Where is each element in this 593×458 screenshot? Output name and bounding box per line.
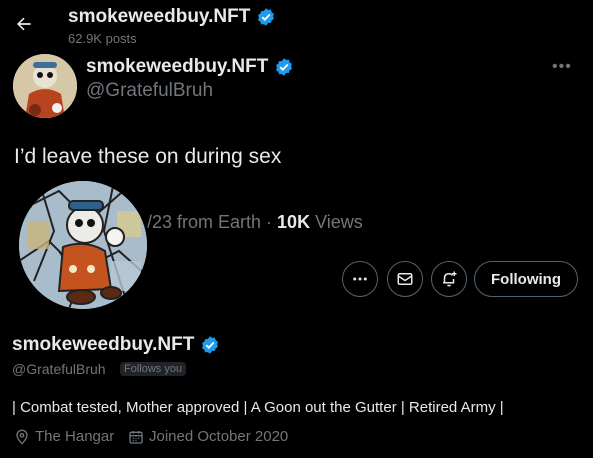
tweet-date-location: /23 from Earth ·: [147, 212, 278, 232]
message-button[interactable]: [387, 261, 423, 297]
header-title: smokeweedbuy.NFT: [68, 6, 276, 28]
profile-avatar-illustration: [19, 181, 147, 309]
tweet-text: I’d leave these on during sex: [14, 145, 282, 168]
tweet-author-avatar[interactable]: [13, 54, 77, 118]
more-actions-button[interactable]: [342, 261, 378, 297]
notifications-button[interactable]: [431, 261, 467, 297]
profile-joined: Joined October 2020: [128, 428, 288, 445]
profile-handle[interactable]: @GratefulBruh: [12, 361, 106, 377]
bell-plus-icon: [443, 271, 457, 287]
tweet-author-handle[interactable]: @GratefulBruh: [86, 80, 213, 102]
more-icon: [353, 277, 367, 281]
profile-name-text: smokeweedbuy.NFT: [12, 334, 195, 355]
profile-joined-text: Joined October 2020: [149, 428, 289, 445]
verified-badge-icon: [275, 58, 292, 76]
verified-badge-icon: [201, 336, 218, 354]
profile-bio: | Combat tested, Mother approved | A Goo…: [12, 399, 504, 416]
following-button[interactable]: Following: [474, 261, 578, 297]
calendar-icon: [129, 430, 143, 444]
verified-badge-icon: [257, 8, 274, 26]
header-post-count: 62.9K posts: [68, 31, 137, 46]
tweet-author-name-text: smokeweedbuy.NFT: [86, 56, 269, 77]
profile-name[interactable]: smokeweedbuy.NFT: [12, 334, 220, 356]
back-arrow-icon[interactable]: [14, 14, 34, 34]
more-options-icon[interactable]: •••: [552, 58, 572, 76]
header-name: smokeweedbuy.NFT: [68, 6, 251, 27]
avatar-illustration: [13, 54, 77, 118]
profile-location: The Hangar: [14, 428, 114, 445]
follows-you-badge: Follows you: [120, 362, 187, 376]
tweet-views-label: Views: [310, 212, 363, 232]
tweet-views-count: 10K: [277, 212, 311, 232]
profile-location-text: The Hangar: [35, 428, 115, 445]
location-pin-icon: [16, 429, 28, 445]
profile-avatar[interactable]: [16, 178, 150, 312]
tweet-author-name[interactable]: smokeweedbuy.NFT: [86, 56, 294, 78]
envelope-icon: [397, 273, 413, 285]
